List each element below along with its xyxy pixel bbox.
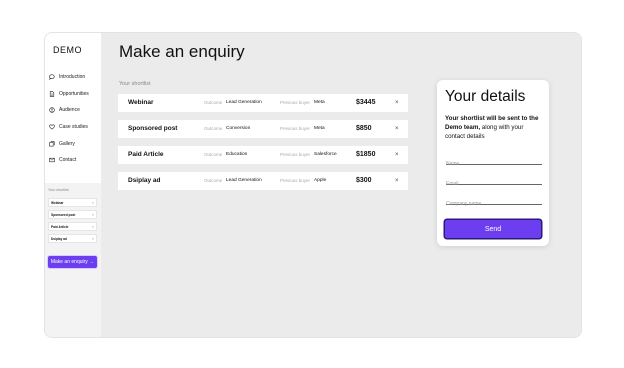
close-icon[interactable]: ×	[92, 201, 94, 205]
buyer-label: Previous buyer	[280, 152, 311, 157]
sidebar-shortlist-item: Webinar ×	[48, 198, 97, 207]
outcome-value: Conversion	[226, 126, 251, 131]
chat-icon	[48, 73, 56, 81]
sidebar-item-gallery[interactable]: Gallery	[48, 135, 100, 152]
shortlist-row: Sponsored post Outcome Conversion Previo…	[118, 120, 408, 138]
close-icon[interactable]: ×	[395, 94, 399, 112]
sidebar-item-case-studies[interactable]: Case studies	[48, 119, 100, 136]
row-name: Webinar	[128, 99, 154, 106]
outcome-label: Outcome	[204, 100, 223, 105]
email-input[interactable]	[446, 179, 542, 189]
close-icon[interactable]: ×	[92, 237, 94, 241]
details-title: Your details	[445, 88, 526, 105]
sidebar-shortlist-title: Your shortlist	[48, 188, 69, 192]
sidebar-shortlist-item-label: Dsiplay ad	[51, 236, 67, 241]
sidebar-item-label: Case studies	[59, 124, 88, 131]
app-window: DEMO Introduction Opportunities Audience	[44, 32, 582, 338]
sidebar-shortlist: Your shortlist Webinar × Sponsored post …	[45, 183, 101, 337]
main-content: Make an enquiry Your shortlist Webinar O…	[101, 33, 581, 337]
row-price: $850	[356, 125, 372, 132]
sidebar-item-contact[interactable]: Contact	[48, 152, 100, 169]
company-input[interactable]	[446, 199, 542, 209]
buyer-value: Meta	[314, 126, 325, 131]
company-field	[446, 192, 542, 209]
sidebar-nav: Introduction Opportunities Audience Case…	[48, 69, 100, 169]
row-name: Paid Article	[128, 151, 164, 158]
sidebar-item-label: Opportunities	[59, 90, 89, 97]
sidebar-shortlist-item: Dsiplay ad ×	[48, 234, 97, 243]
sidebar-shortlist-item-label: Webinar	[51, 200, 64, 205]
page-title: Make an enquiry	[119, 42, 245, 61]
sidebar: DEMO Introduction Opportunities Audience	[45, 33, 102, 337]
sidebar-item-label: Contact	[59, 157, 77, 164]
heart-icon	[48, 123, 56, 131]
outcome-value: Lead Generation	[226, 178, 262, 183]
sidebar-shortlist-item: Paid Article ×	[48, 222, 97, 231]
row-price: $300	[356, 177, 372, 184]
shortlist-row: Webinar Outcome Lead Generation Previous…	[118, 94, 408, 112]
sidebar-item-opportunities[interactable]: Opportunities	[48, 86, 100, 103]
details-description: Your shortlist will be sent to the Demo …	[445, 114, 543, 141]
shortlist-table: Webinar Outcome Lead Generation Previous…	[118, 94, 408, 198]
user-icon	[48, 106, 56, 114]
shortlist-row: Paid Article Outcome Education Previous …	[118, 146, 408, 164]
buyer-value: Meta	[314, 100, 325, 105]
buyer-label: Previous buyer	[280, 100, 311, 105]
outcome-value: Lead Generation	[226, 100, 262, 105]
sidebar-item-label: Gallery	[59, 140, 75, 147]
outcome-value: Education	[226, 152, 248, 157]
sidebar-shortlist-list: Webinar × Sponsored post × Paid Article …	[48, 198, 97, 246]
email-field	[446, 172, 542, 189]
name-field	[446, 152, 542, 169]
outcome-label: Outcome	[204, 178, 223, 183]
sidebar-item-audience[interactable]: Audience	[48, 102, 100, 119]
shortlist-row: Dsiplay ad Outcome Lead Generation Previ…	[118, 172, 408, 190]
buyer-value: Salesforce	[314, 152, 337, 157]
sidebar-shortlist-item: Sponsored post ×	[48, 210, 97, 219]
row-name: Sponsored post	[128, 125, 178, 132]
mail-icon	[48, 156, 56, 164]
document-icon	[48, 90, 56, 98]
outcome-label: Outcome	[204, 152, 223, 157]
buyer-label: Previous buyer	[280, 178, 311, 183]
sidebar-shortlist-item-label: Paid Article	[51, 224, 69, 229]
sidebar-item-label: Audience	[59, 107, 80, 114]
make-enquiry-button[interactable]: Make an enquiry →	[48, 256, 97, 268]
sidebar-item-introduction[interactable]: Introduction	[48, 69, 100, 86]
sidebar-shortlist-item-label: Sponsored post	[51, 212, 76, 217]
close-icon[interactable]: ×	[395, 120, 399, 138]
shortlist-label: Your shortlist	[119, 81, 151, 87]
close-icon[interactable]: ×	[395, 146, 399, 164]
close-icon[interactable]: ×	[92, 213, 94, 217]
gallery-icon	[48, 140, 56, 148]
sidebar-item-label: Introduction	[59, 74, 86, 81]
send-button[interactable]: Send	[445, 220, 541, 238]
row-price: $3445	[356, 99, 376, 106]
row-name: Dsiplay ad	[128, 177, 161, 184]
name-input[interactable]	[446, 159, 542, 169]
close-icon[interactable]: ×	[395, 172, 399, 190]
buyer-value: Apple	[314, 178, 327, 183]
logo: DEMO	[53, 45, 82, 55]
details-card: Your details Your shortlist will be sent…	[437, 80, 549, 246]
outcome-label: Outcome	[204, 126, 223, 131]
close-icon[interactable]: ×	[92, 225, 94, 229]
buyer-label: Previous buyer	[280, 126, 311, 131]
row-price: $1850	[356, 151, 376, 158]
